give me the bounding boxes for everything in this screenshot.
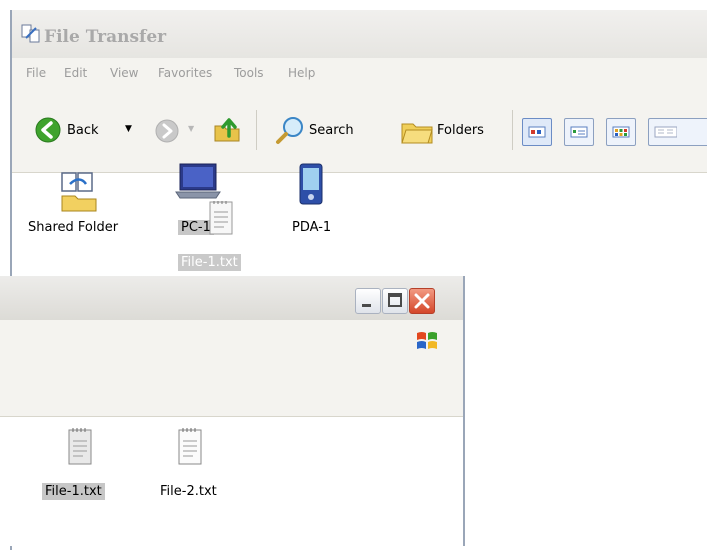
text-file-icon[interactable] [66, 426, 96, 468]
front-menu-bar [0, 320, 463, 360]
file-2-label[interactable]: File-2.txt [160, 484, 217, 499]
windows-logo-icon [417, 332, 437, 349]
search-button-label[interactable]: Search [309, 123, 354, 138]
back-button-label[interactable]: Back [67, 123, 99, 138]
front-toolbar [0, 360, 463, 417]
shared-folder-label[interactable]: Shared Folder [28, 220, 118, 235]
dragged-file-label: File-1.txt [178, 254, 241, 271]
title-bar[interactable]: File Transfer [12, 10, 707, 58]
back-arrow-icon[interactable] [34, 116, 62, 144]
menu-favorites[interactable]: Favorites [158, 66, 212, 80]
toolbar: Back ▼ ▼ Search Folders [12, 88, 707, 173]
menu-help[interactable]: Help [288, 66, 315, 80]
maximize-icon [388, 293, 402, 307]
pda-icon[interactable] [298, 162, 324, 206]
menu-tools[interactable]: Tools [234, 66, 264, 80]
text-file-icon[interactable] [176, 426, 206, 468]
folder-up-icon[interactable] [212, 114, 242, 144]
pda-1-label[interactable]: PDA-1 [292, 220, 331, 235]
back-dropdown-icon[interactable]: ▼ [125, 124, 132, 134]
menu-view[interactable]: View [110, 66, 138, 80]
view-thumbnails-button[interactable] [522, 118, 552, 146]
file-transfer-app-icon [21, 24, 40, 43]
menu-file[interactable]: File [26, 66, 46, 80]
forward-arrow-icon[interactable] [154, 118, 180, 144]
local-folder-window: File-1.txt File-2.txt [0, 276, 465, 546]
file-1-label[interactable]: File-1.txt [42, 483, 105, 500]
close-button[interactable] [409, 288, 435, 314]
folders-button-label[interactable]: Folders [437, 123, 484, 138]
dragged-text-file-icon[interactable] [208, 200, 236, 238]
window-title: File Transfer [44, 27, 167, 47]
folders-icon[interactable] [400, 116, 434, 146]
menu-bar: File Edit View Favorites Tools Help [12, 58, 707, 89]
minimize-icon [362, 304, 371, 307]
forward-dropdown-icon[interactable]: ▼ [188, 124, 194, 133]
front-title-bar[interactable] [0, 276, 463, 321]
maximize-button[interactable] [382, 288, 408, 314]
close-icon [414, 293, 430, 309]
tiles-view-icon [570, 126, 588, 138]
thumbnails-view-icon [528, 126, 546, 138]
view-tiles-button[interactable] [564, 118, 594, 146]
shared-folder-icon[interactable] [58, 170, 100, 212]
view-list-button[interactable] [648, 118, 707, 146]
laptop-icon[interactable] [174, 162, 224, 202]
view-icons-button[interactable] [606, 118, 636, 146]
search-magnifier-icon[interactable] [274, 114, 306, 146]
menu-edit[interactable]: Edit [64, 66, 87, 80]
minimize-button[interactable] [355, 288, 381, 314]
icons-view-icon [612, 126, 630, 138]
list-view-icon [654, 126, 678, 138]
